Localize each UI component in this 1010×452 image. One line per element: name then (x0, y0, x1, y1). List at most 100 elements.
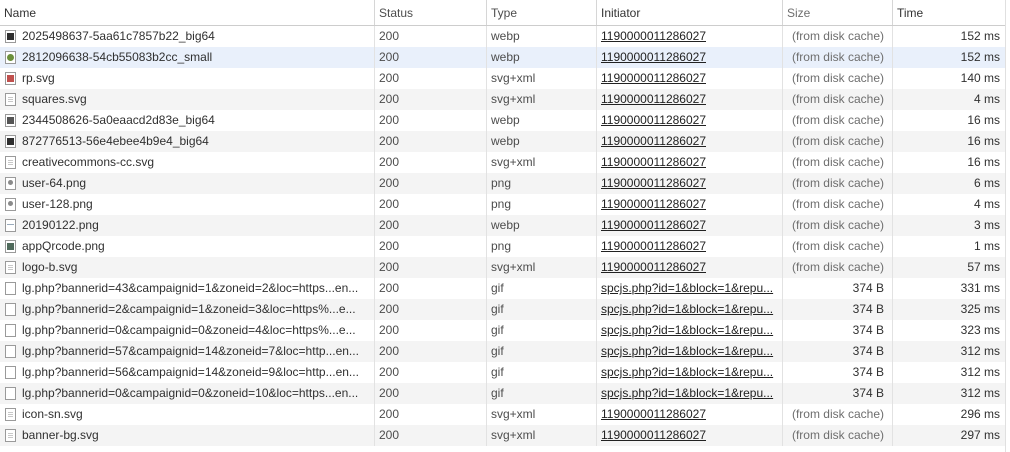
cell-name[interactable]: icon-sn.svg (0, 404, 375, 425)
initiator-link[interactable]: spcjs.php?id=1&block=1&repu... (601, 302, 773, 316)
request-name: 2344508626-5a0eaacd2d83e_big64 (22, 113, 215, 127)
table-row[interactable]: user-64.png 200 png 1190000011286027 (from d… (0, 173, 1010, 194)
table-row[interactable]: user-128.png 200 png 1190000011286027 (from … (0, 194, 1010, 215)
qr-code-icon (5, 240, 16, 253)
cell-type: svg+xml (487, 404, 597, 425)
cell-initiator: spcjs.php?id=1&block=1&repu... (597, 362, 783, 383)
column-header-initiator[interactable]: Initiator (597, 0, 783, 25)
table-row[interactable]: lg.php?bannerid=56&campaignid=14&zoneid=… (0, 362, 1010, 383)
cell-name[interactable]: creativecommons-cc.svg (0, 152, 375, 173)
request-name: banner-bg.svg (22, 428, 99, 442)
cell-type: gif (487, 278, 597, 299)
image-thumbnail-icon (5, 30, 16, 43)
vertical-scrollbar[interactable] (1005, 0, 1010, 452)
cell-status: 200 (375, 215, 487, 236)
cell-status: 200 (375, 47, 487, 68)
column-header-status[interactable]: Status (375, 0, 487, 25)
image-thumbnail-icon (5, 135, 16, 148)
cell-name[interactable]: 872776513-56e4ebee4b9e4_big64 (0, 131, 375, 152)
request-name: user-128.png (22, 197, 93, 211)
table-row[interactable]: appQrcode.png 200 png 1190000011286027 (from… (0, 236, 1010, 257)
blank-file-icon (5, 387, 16, 400)
cell-name[interactable]: appQrcode.png (0, 236, 375, 257)
table-row[interactable]: 2025498637-5aa61c7857b22_big64 200 webp 119… (0, 26, 1010, 47)
cell-status: 200 (375, 299, 487, 320)
initiator-link[interactable]: 1190000011286027 (601, 50, 706, 64)
initiator-link[interactable]: spcjs.php?id=1&block=1&repu... (601, 344, 773, 358)
table-row[interactable]: lg.php?bannerid=2&campaignid=1&zoneid=3&… (0, 299, 1010, 320)
cell-name[interactable]: user-64.png (0, 173, 375, 194)
cell-time: 312 ms (893, 341, 1007, 362)
cell-type: svg+xml (487, 257, 597, 278)
cell-time: 323 ms (893, 320, 1007, 341)
table-row[interactable]: creativecommons-cc.svg 200 svg+xml 11900000… (0, 152, 1010, 173)
column-header-size[interactable]: Size (783, 0, 893, 25)
cell-name[interactable]: 2812096638-54cb55083b2cc_small (0, 47, 375, 68)
cell-time: 297 ms (893, 425, 1007, 446)
initiator-link[interactable]: spcjs.php?id=1&block=1&repu... (601, 386, 773, 400)
cell-type: svg+xml (487, 89, 597, 110)
table-row[interactable]: 20190122.png 200 webp 1190000011286027 (from… (0, 215, 1010, 236)
initiator-link[interactable]: spcjs.php?id=1&block=1&repu... (601, 323, 773, 337)
initiator-link[interactable]: 1190000011286027 (601, 92, 706, 106)
cell-name[interactable]: 20190122.png (0, 215, 375, 236)
cell-name[interactable]: lg.php?bannerid=0&campaignid=0&zoneid=4&… (0, 320, 375, 341)
cell-initiator: 1190000011286027 (597, 425, 783, 446)
initiator-link[interactable]: 1190000011286027 (601, 239, 706, 253)
cell-size: 374 B (783, 320, 893, 341)
cell-time: 331 ms (893, 278, 1007, 299)
initiator-link[interactable]: 1190000011286027 (601, 155, 706, 169)
cell-name[interactable]: rp.svg (0, 68, 375, 89)
cell-name[interactable]: banner-bg.svg (0, 425, 375, 446)
initiator-link[interactable]: spcjs.php?id=1&block=1&repu... (601, 365, 773, 379)
initiator-link[interactable]: 1190000011286027 (601, 428, 706, 442)
table-row[interactable]: lg.php?bannerid=43&campaignid=1&zoneid=2… (0, 278, 1010, 299)
cell-status: 200 (375, 341, 487, 362)
table-row[interactable]: lg.php?bannerid=57&campaignid=14&zoneid=… (0, 341, 1010, 362)
cell-size: (from disk cache) (783, 26, 893, 47)
initiator-link[interactable]: 1190000011286027 (601, 134, 706, 148)
initiator-link[interactable]: 1190000011286027 (601, 113, 706, 127)
cell-name[interactable]: 2344508626-5a0eaacd2d83e_big64 (0, 110, 375, 131)
cell-name[interactable]: lg.php?bannerid=0&campaignid=0&zoneid=10… (0, 383, 375, 404)
table-row[interactable]: squares.svg 200 svg+xml 1190000011286027 (fr… (0, 89, 1010, 110)
initiator-link[interactable]: 1190000011286027 (601, 29, 706, 43)
cell-name[interactable]: lg.php?bannerid=57&campaignid=14&zoneid=… (0, 341, 375, 362)
request-name: appQrcode.png (22, 239, 105, 253)
cell-name[interactable]: lg.php?bannerid=56&campaignid=14&zoneid=… (0, 362, 375, 383)
table-row[interactable]: logo-b.svg 200 svg+xml 1190000011286027 (fro… (0, 257, 1010, 278)
table-row[interactable]: icon-sn.svg 200 svg+xml 1190000011286027 (fr… (0, 404, 1010, 425)
initiator-link[interactable]: 1190000011286027 (601, 407, 706, 421)
initiator-link[interactable]: 1190000011286027 (601, 197, 706, 211)
initiator-link[interactable]: 1190000011286027 (601, 71, 706, 85)
initiator-link[interactable]: spcjs.php?id=1&block=1&repu... (601, 281, 773, 295)
cell-status: 200 (375, 173, 487, 194)
table-row[interactable]: lg.php?bannerid=0&campaignid=0&zoneid=4&… (0, 320, 1010, 341)
table-row[interactable]: 872776513-56e4ebee4b9e4_big64 200 webp 1190… (0, 131, 1010, 152)
initiator-link[interactable]: 1190000011286027 (601, 176, 706, 190)
cell-status: 200 (375, 362, 487, 383)
initiator-link[interactable]: 1190000011286027 (601, 260, 706, 274)
table-row[interactable]: 2344508626-5a0eaacd2d83e_big64 200 webp 119… (0, 110, 1010, 131)
cell-name[interactable]: lg.php?bannerid=43&campaignid=1&zoneid=2… (0, 278, 375, 299)
cell-type: svg+xml (487, 68, 597, 89)
table-row[interactable]: lg.php?bannerid=0&campaignid=0&zoneid=10… (0, 383, 1010, 404)
cell-name[interactable]: user-128.png (0, 194, 375, 215)
column-header-name[interactable]: Name (0, 0, 375, 25)
column-header-time[interactable]: Time (893, 0, 1007, 25)
column-header-type[interactable]: Type (487, 0, 597, 25)
cell-initiator: 1190000011286027 (597, 404, 783, 425)
cell-name[interactable]: lg.php?bannerid=2&campaignid=1&zoneid=3&… (0, 299, 375, 320)
request-name: lg.php?bannerid=56&campaignid=14&zoneid=… (22, 365, 359, 379)
table-row[interactable]: banner-bg.svg 200 svg+xml 1190000011286027 (… (0, 425, 1010, 446)
document-file-icon (5, 156, 16, 169)
table-row[interactable]: 2812096638-54cb55083b2cc_small 200 webp 119… (0, 47, 1010, 68)
picture-file-icon (5, 219, 16, 232)
cell-type: webp (487, 215, 597, 236)
cell-name[interactable]: 2025498637-5aa61c7857b22_big64 (0, 26, 375, 47)
initiator-link[interactable]: 1190000011286027 (601, 218, 706, 232)
cell-name[interactable]: squares.svg (0, 89, 375, 110)
table-row[interactable]: rp.svg 200 svg+xml 1190000011286027 (from di… (0, 68, 1010, 89)
cell-time: 6 ms (893, 173, 1007, 194)
cell-name[interactable]: logo-b.svg (0, 257, 375, 278)
